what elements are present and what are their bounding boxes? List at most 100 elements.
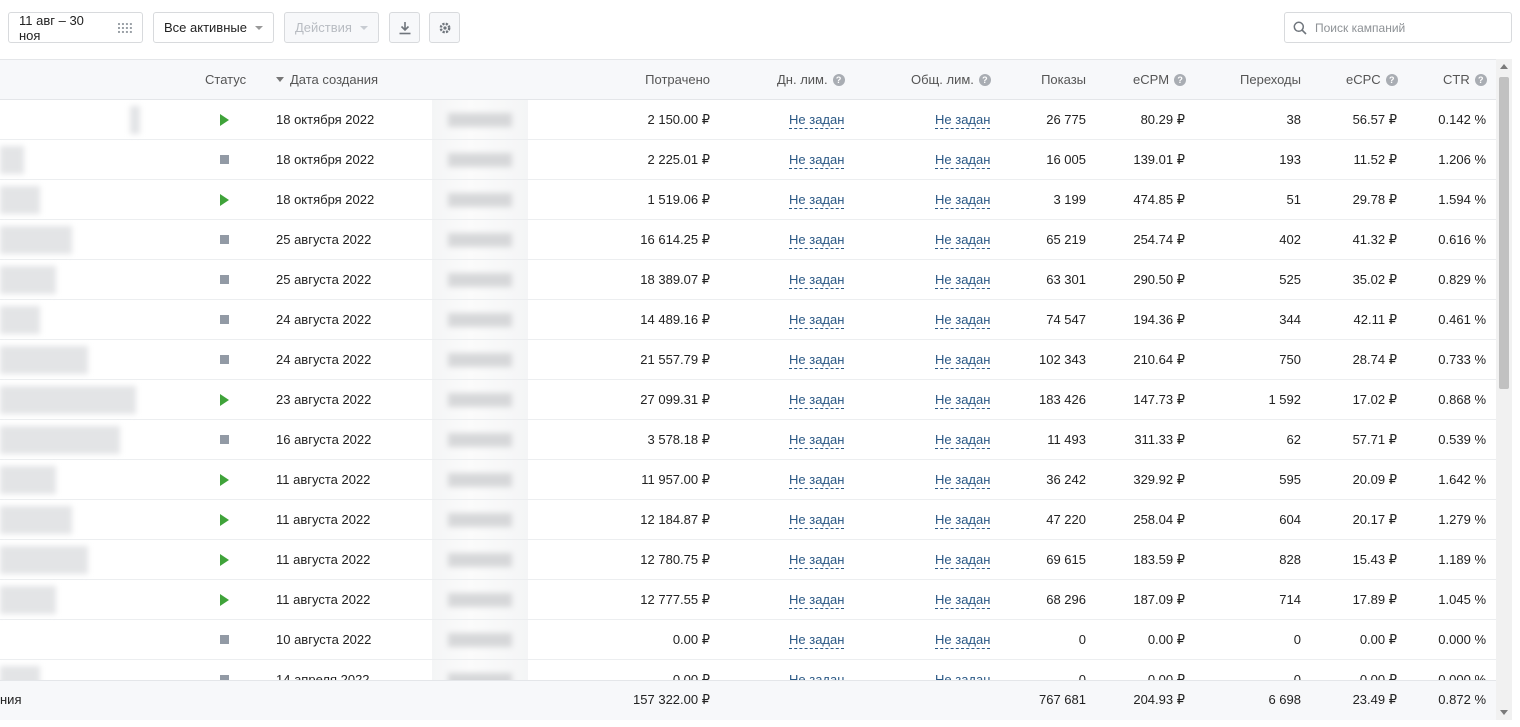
day-limit-link[interactable]: Не задан bbox=[789, 592, 845, 609]
total-limit-link[interactable]: Не задан bbox=[935, 312, 991, 329]
day-limit-link[interactable]: Не задан bbox=[789, 152, 845, 169]
column-status[interactable]: Статус bbox=[205, 60, 246, 100]
table-row[interactable]: 11 августа 2022 12 184.87 ₽ Не задан Не зад… bbox=[0, 500, 1496, 540]
status-filter-dropdown[interactable]: Все активные bbox=[153, 12, 274, 43]
play-icon[interactable] bbox=[220, 114, 229, 126]
column-spent[interactable]: Потрачено bbox=[560, 60, 710, 100]
table-row[interactable]: 18 октября 2022 2 150.00 ₽ Не задан Не зада… bbox=[0, 100, 1496, 140]
total-limit-link[interactable]: Не задан bbox=[935, 152, 991, 169]
total-limit-link[interactable]: Не задан bbox=[935, 592, 991, 609]
help-icon[interactable]: ? bbox=[832, 74, 845, 86]
column-total-limit[interactable]: Общ. лим.? bbox=[911, 60, 991, 100]
ecpm-value: 139.01 ₽ bbox=[1133, 152, 1185, 167]
table-row[interactable]: 18 октября 2022 1 519.06 ₽ Не задан Не зада… bbox=[0, 180, 1496, 220]
spent-value: 2 225.01 ₽ bbox=[647, 152, 711, 167]
total-limit-link[interactable]: Не задан bbox=[935, 392, 991, 409]
help-icon[interactable]: ? bbox=[1474, 74, 1487, 86]
table-row[interactable]: 11 августа 2022 12 780.75 ₽ Не задан Не зад… bbox=[0, 540, 1496, 580]
impressions-value: 102 343 bbox=[1039, 352, 1086, 367]
column-total-limit-label: Общ. лим. bbox=[911, 72, 974, 87]
stop-icon[interactable] bbox=[220, 635, 229, 644]
help-icon[interactable]: ? bbox=[1174, 74, 1187, 86]
day-limit-link[interactable]: Не задан bbox=[789, 552, 845, 569]
ecpm-value: 258.04 ₽ bbox=[1133, 512, 1185, 527]
total-limit-cell: Не задан bbox=[935, 100, 991, 140]
day-limit-link[interactable]: Не задан bbox=[789, 512, 845, 529]
play-icon[interactable] bbox=[220, 474, 229, 486]
table-row[interactable]: 25 августа 2022 16 614.25 ₽ Не задан Не зад… bbox=[0, 220, 1496, 260]
created-date: 16 августа 2022 bbox=[276, 432, 372, 447]
created-date: 11 августа 2022 bbox=[276, 512, 371, 527]
impressions-value: 3 199 bbox=[1053, 192, 1086, 207]
play-icon[interactable] bbox=[220, 194, 229, 206]
scroll-down-arrow-icon[interactable] bbox=[1500, 710, 1508, 715]
total-limit-link[interactable]: Не задан bbox=[935, 192, 991, 209]
total-limit-link[interactable]: Не задан bbox=[935, 232, 991, 249]
vertical-scrollbar[interactable] bbox=[1496, 59, 1512, 720]
date-range-button[interactable]: 11 авг – 30 ноя bbox=[8, 12, 143, 43]
stop-icon[interactable] bbox=[220, 155, 229, 164]
redacted-campaign-name bbox=[0, 506, 72, 534]
total-limit-link[interactable]: Не задан bbox=[935, 632, 991, 649]
play-icon[interactable] bbox=[220, 594, 229, 606]
settings-button[interactable] bbox=[429, 12, 460, 43]
table-row[interactable]: 18 октября 2022 2 225.01 ₽ Не задан Не зада… bbox=[0, 140, 1496, 180]
day-limit-link[interactable]: Не задан bbox=[789, 232, 845, 249]
day-limit-link[interactable]: Не задан bbox=[789, 112, 845, 129]
day-limit-link[interactable]: Не задан bbox=[789, 352, 845, 369]
day-limit-link[interactable]: Не задан bbox=[789, 632, 845, 649]
total-limit-link[interactable]: Не задан bbox=[935, 272, 991, 289]
column-ctr[interactable]: CTR? bbox=[1443, 60, 1487, 100]
play-icon[interactable] bbox=[220, 394, 229, 406]
impressions-value: 63 301 bbox=[1046, 272, 1086, 287]
stop-icon[interactable] bbox=[220, 235, 229, 244]
table-row[interactable]: 16 августа 2022 3 578.18 ₽ Не задан Не зада… bbox=[0, 420, 1496, 460]
table-row[interactable]: 11 августа 2022 12 777.55 ₽ Не задан Не зад… bbox=[0, 580, 1496, 620]
table-row[interactable]: 11 августа 2022 11 957.00 ₽ Не задан Не зад… bbox=[0, 460, 1496, 500]
table-row[interactable]: 24 августа 2022 21 557.79 ₽ Не задан Не зад… bbox=[0, 340, 1496, 380]
clicks-value: 0 bbox=[1293, 632, 1301, 647]
table-row[interactable]: 23 августа 2022 27 099.31 ₽ Не задан Не зад… bbox=[0, 380, 1496, 420]
column-impressions[interactable]: Показы bbox=[990, 60, 1086, 100]
total-limit-link[interactable]: Не задан bbox=[935, 672, 990, 680]
stop-icon[interactable] bbox=[220, 275, 229, 284]
total-limit-cell: Не задан bbox=[935, 260, 991, 300]
total-limit-link[interactable]: Не задан bbox=[935, 512, 991, 529]
column-clicks[interactable]: Переходы bbox=[1200, 60, 1301, 100]
table-row[interactable]: 14 апреля 2022 0.00 ₽ Не задан Не задан 0 0.0… bbox=[0, 660, 1496, 680]
day-limit-cell: Не задан bbox=[789, 540, 845, 580]
actions-dropdown[interactable]: Действия bbox=[284, 12, 379, 43]
help-icon[interactable]: ? bbox=[1385, 74, 1398, 86]
ecpm-value: 0.00 ₽ bbox=[1147, 632, 1185, 647]
campaign-search[interactable] bbox=[1284, 12, 1512, 43]
scrollbar-thumb[interactable] bbox=[1499, 77, 1509, 389]
column-created[interactable]: Дата создания bbox=[276, 60, 378, 100]
download-button[interactable] bbox=[389, 12, 420, 43]
column-day-limit[interactable]: Дн. лим.? bbox=[777, 60, 845, 100]
total-limit-link[interactable]: Не задан bbox=[935, 352, 991, 369]
table-row[interactable]: 24 августа 2022 14 489.16 ₽ Не задан Не зад… bbox=[0, 300, 1496, 340]
stop-icon[interactable] bbox=[220, 355, 229, 364]
total-limit-link[interactable]: Не задан bbox=[935, 432, 991, 449]
day-limit-link[interactable]: Не задан bbox=[789, 272, 845, 289]
total-limit-link[interactable]: Не задан bbox=[935, 472, 991, 489]
table-row[interactable]: 10 августа 2022 0.00 ₽ Не задан Не задан 0 0.… bbox=[0, 620, 1496, 660]
play-icon[interactable] bbox=[220, 514, 229, 526]
stop-icon[interactable] bbox=[220, 315, 229, 324]
play-icon[interactable] bbox=[220, 554, 229, 566]
total-limit-link[interactable]: Не задан bbox=[935, 552, 991, 569]
column-ecpm[interactable]: eCPM? bbox=[1133, 60, 1187, 100]
column-ecpc[interactable]: eCPC? bbox=[1346, 60, 1398, 100]
redacted-campaign-name bbox=[0, 426, 120, 454]
day-limit-link[interactable]: Не задан bbox=[789, 192, 845, 209]
day-limit-link[interactable]: Не задан bbox=[789, 472, 845, 489]
day-limit-link[interactable]: Не задан bbox=[789, 432, 845, 449]
table-row[interactable]: 25 августа 2022 18 389.07 ₽ Не задан Не зад… bbox=[0, 260, 1496, 300]
search-input[interactable] bbox=[1315, 20, 1505, 35]
scroll-up-arrow-icon[interactable] bbox=[1500, 64, 1508, 69]
stop-icon[interactable] bbox=[220, 435, 229, 444]
day-limit-link[interactable]: Не задан bbox=[789, 312, 845, 329]
day-limit-link[interactable]: Не задан bbox=[789, 672, 844, 680]
day-limit-link[interactable]: Не задан bbox=[789, 392, 845, 409]
total-limit-link[interactable]: Не задан bbox=[935, 112, 991, 129]
